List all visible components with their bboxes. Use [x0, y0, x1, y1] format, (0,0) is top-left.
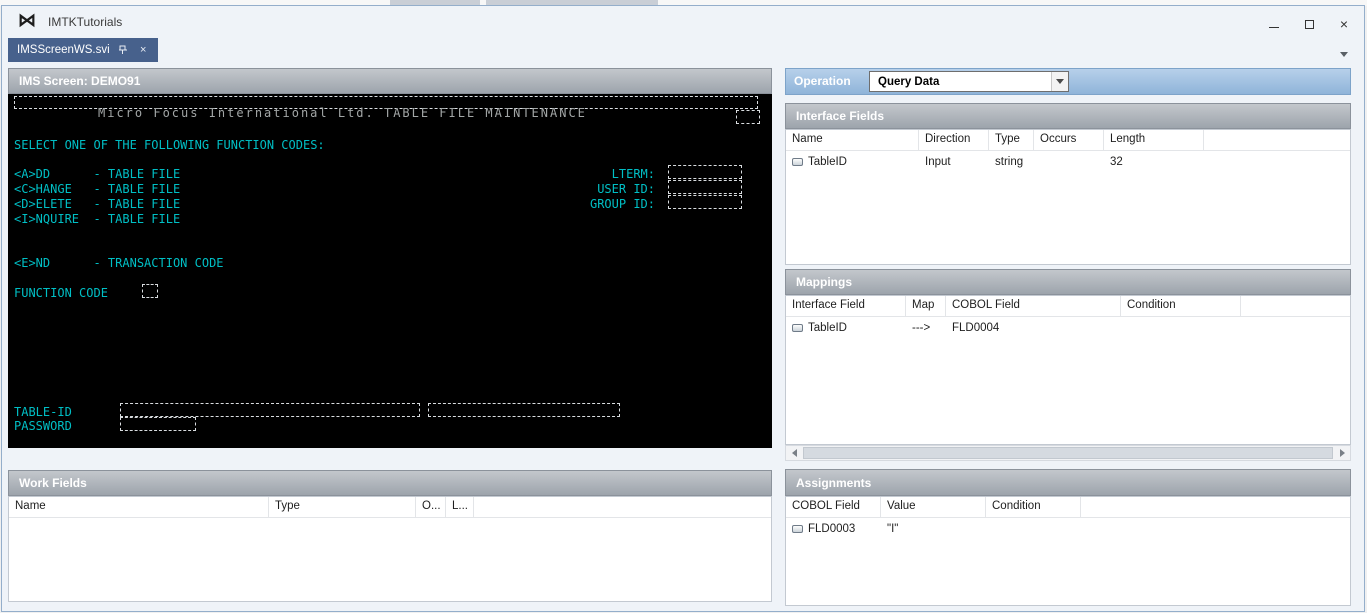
assignments-title: Assignments: [796, 475, 872, 490]
column-header-occurs[interactable]: Occurs: [1034, 130, 1104, 150]
table-row[interactable]: TableID Input string 32: [786, 151, 1350, 172]
maximize-button[interactable]: [1295, 14, 1323, 34]
terminal-option-add: <A>DD - TABLE FILE: [14, 167, 181, 181]
operation-selected-value: Query Data: [878, 75, 940, 88]
function-code-label: FUNCTION CODE: [14, 286, 108, 300]
close-button[interactable]: ×: [1330, 14, 1358, 34]
status-field[interactable]: [736, 110, 760, 124]
assignment-value: "I": [887, 522, 899, 535]
assignments-panel-header: Assignments: [785, 469, 1351, 496]
field-icon: [792, 323, 803, 332]
screen: ⋈ IMTKTutorials × IMSScreenWS.svi × IMS …: [0, 0, 1367, 613]
user-id-field[interactable]: [668, 180, 742, 194]
interface-field-direction: Input: [925, 155, 951, 168]
column-header-condition[interactable]: Condition: [1121, 296, 1241, 316]
mappings-title: Mappings: [796, 275, 852, 289]
mapping-cobol-field: FLD0004: [952, 321, 1000, 334]
interface-field-name: TableID: [808, 155, 847, 168]
column-header-name[interactable]: Name: [786, 130, 919, 150]
scrollbar-thumb[interactable]: [803, 447, 1333, 459]
lterm-label: LTERM:: [611, 167, 655, 181]
scroll-right-icon[interactable]: [1334, 446, 1350, 460]
password-label: PASSWORD: [14, 419, 72, 433]
table-id-label: TABLE-ID: [14, 405, 72, 419]
work-fields-grid: Name Type O... L...: [8, 496, 772, 602]
group-id-label: GROUP ID:: [589, 197, 655, 211]
operation-label: Operation: [794, 74, 851, 88]
work-fields-grid-header: Name Type O... L...: [9, 497, 771, 518]
column-header-length[interactable]: L...: [446, 497, 474, 517]
terminal-option-inquire: <I>NQUIRE - TABLE FILE: [14, 212, 181, 226]
assignment-cobol-field: FLD0003: [808, 522, 856, 535]
assignments-grid: COBOL Field Value Condition FLD0003 "I": [785, 496, 1351, 606]
window-title: IMTKTutorials: [48, 15, 123, 29]
table-row[interactable]: FLD0003 "I": [786, 518, 1350, 539]
column-header-name[interactable]: Name: [9, 497, 269, 517]
column-header-filler: [1081, 497, 1350, 517]
interface-fields-title: Interface Fields: [796, 109, 885, 123]
column-header-condition[interactable]: Condition: [986, 497, 1081, 517]
terminal-prompt: SELECT ONE OF THE FOLLOWING FUNCTION COD…: [14, 138, 325, 152]
work-fields-panel-header: Work Fields: [8, 470, 772, 496]
column-header-map[interactable]: Map: [906, 296, 946, 316]
column-header-filler: [1241, 296, 1350, 316]
mappings-grid-header: Interface Field Map COBOL Field Conditio…: [786, 296, 1350, 317]
column-header-type[interactable]: Type: [989, 130, 1034, 150]
function-code-field[interactable]: [142, 284, 158, 298]
column-header-cobol-field[interactable]: COBOL Field: [786, 497, 881, 517]
column-header-occurs[interactable]: O...: [416, 497, 446, 517]
operation-combobox[interactable]: Query Data: [869, 71, 1069, 92]
ims-screen-panel-header: IMS Screen: DEMO91: [8, 68, 772, 94]
group-id-field[interactable]: [668, 195, 742, 209]
interface-field-type: string: [995, 155, 1024, 168]
pin-icon[interactable]: [117, 44, 130, 57]
ims-screen-title: IMS Screen: DEMO91: [19, 74, 141, 88]
user-id-label: USER ID:: [597, 182, 655, 196]
visual-studio-logo-icon: ⋈: [18, 10, 36, 30]
interface-fields-grid-header: Name Direction Type Occurs Length: [786, 130, 1350, 151]
terminal-option-change: <C>HANGE - TABLE FILE: [14, 182, 181, 196]
interface-fields-panel-header: Interface Fields: [785, 103, 1351, 129]
interface-fields-grid: Name Direction Type Occurs Length TableI…: [785, 129, 1351, 265]
table-id-field-2[interactable]: [428, 403, 620, 417]
column-header-cobol-field[interactable]: COBOL Field: [946, 296, 1121, 316]
minimize-button[interactable]: [1260, 14, 1288, 34]
ims-terminal-preview[interactable]: Micro Focus International Ltd. TABLE FIL…: [8, 94, 772, 448]
field-icon: [792, 524, 803, 533]
title-bar: ⋈ IMTKTutorials ×: [2, 6, 1364, 36]
scroll-left-icon[interactable]: [786, 446, 802, 460]
tab-imsscreenws[interactable]: IMSScreenWS.svi ×: [8, 38, 158, 62]
password-field[interactable]: [120, 417, 196, 431]
column-header-type[interactable]: Type: [269, 497, 416, 517]
mappings-grid: Interface Field Map COBOL Field Conditio…: [785, 295, 1351, 445]
tab-list-dropdown-icon[interactable]: [1340, 52, 1348, 57]
terminal-option-delete: <D>ELETE - TABLE FILE: [14, 197, 181, 211]
mappings-horizontal-scrollbar[interactable]: [785, 445, 1351, 461]
mapping-interface-field: TableID: [808, 321, 847, 334]
terminal-banner: Micro Focus International Ltd. TABLE FIL…: [98, 106, 587, 120]
column-header-filler: [1204, 130, 1350, 150]
field-icon: [792, 157, 803, 166]
lterm-field[interactable]: [668, 165, 742, 179]
column-header-value[interactable]: Value: [881, 497, 986, 517]
chevron-down-icon[interactable]: [1051, 72, 1068, 91]
column-header-direction[interactable]: Direction: [919, 130, 989, 150]
tab-close-icon[interactable]: ×: [137, 44, 150, 57]
table-id-field[interactable]: [120, 403, 420, 417]
interface-field-length: 32: [1110, 155, 1123, 168]
column-header-filler: [474, 497, 771, 517]
mapping-direction-arrow: --->: [912, 321, 931, 334]
assignments-grid-header: COBOL Field Value Condition: [786, 497, 1350, 518]
table-row[interactable]: TableID ---> FLD0004: [786, 317, 1350, 338]
mappings-panel-header: Mappings: [785, 269, 1351, 295]
tab-label: IMSScreenWS.svi: [17, 44, 110, 56]
column-header-interface-field[interactable]: Interface Field: [786, 296, 906, 316]
terminal-option-end: <E>ND - TRANSACTION CODE: [14, 256, 224, 270]
work-fields-title: Work Fields: [19, 476, 87, 490]
column-header-length[interactable]: Length: [1104, 130, 1204, 150]
